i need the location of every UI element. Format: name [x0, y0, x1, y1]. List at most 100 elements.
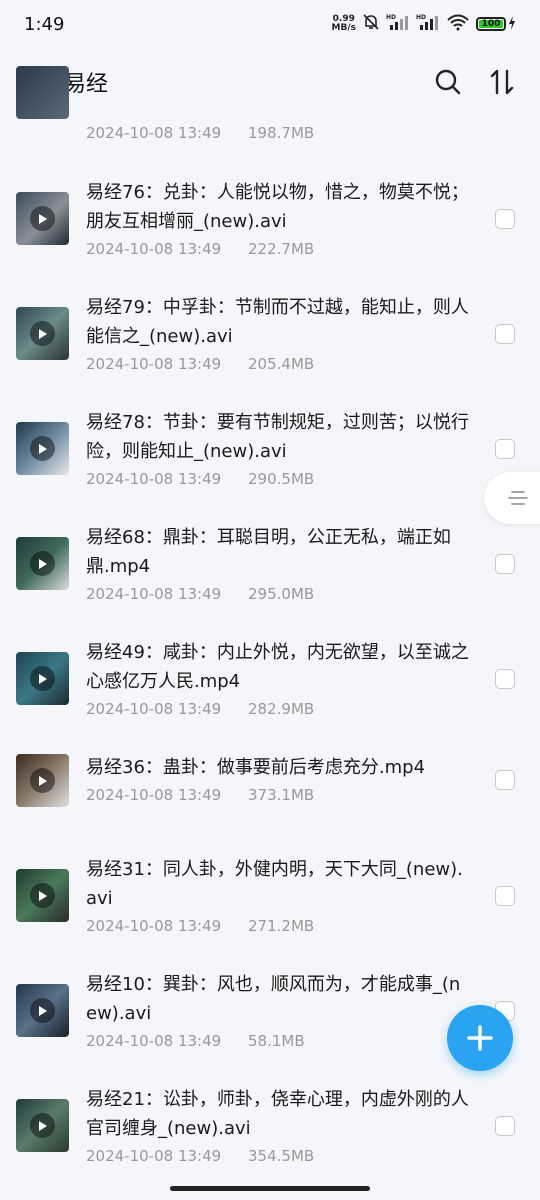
battery-level: 100	[479, 20, 503, 29]
item-size: 282.9MB	[248, 700, 315, 718]
page-title: 易经	[64, 72, 109, 97]
plus-icon	[467, 1025, 493, 1051]
item-text: 易经10：巽卦：风也，顺风而为，才能成事_(new).avi 2024-10-0…	[86, 970, 471, 1050]
sort-button[interactable]	[482, 62, 522, 102]
item-name: 易经31：同人卦，外健内明，天下大同_(new).avi	[86, 859, 463, 909]
video-thumbnail	[16, 984, 69, 1037]
video-thumbnail	[16, 66, 69, 119]
play-icon	[30, 666, 55, 691]
video-thumbnail	[16, 537, 69, 590]
play-icon	[30, 436, 55, 461]
play-icon	[30, 883, 55, 908]
item-date: 2024-10-08 13:49	[86, 1147, 222, 1165]
video-thumbnail	[16, 652, 69, 705]
battery-body: 100	[476, 17, 506, 31]
play-icon	[30, 551, 55, 576]
list-item[interactable]: 易经21：讼卦，师卦，侥幸心理，内虚外刚的人官司缠身_(new).avi 202…	[0, 1083, 540, 1198]
item-meta: 2024-10-08 13:49 354.5MB	[86, 1147, 471, 1165]
play-icon	[30, 206, 55, 231]
item-meta: 2024-10-08 13:49 282.9MB	[86, 700, 471, 718]
select-checkbox[interactable]	[495, 886, 515, 906]
item-meta: 2024-10-08 13:49 205.4MB	[86, 355, 471, 373]
item-size: 373.1MB	[248, 786, 315, 804]
status-time: 1:49	[24, 13, 65, 35]
list-item[interactable]: 易经36：蛊卦：做事要前后考虑充分.mp4 2024-10-08 13:49 3…	[0, 751, 540, 853]
item-text: 易经21：讼卦，师卦，侥幸心理，内虚外刚的人官司缠身_(new).avi 202…	[86, 1085, 471, 1165]
item-size: 205.4MB	[248, 355, 315, 373]
battery: 100	[476, 15, 516, 34]
list-item[interactable]: 易经49：咸卦：内止外悦，内无欲望，以至诚之心感亿万人民.mp4 2024-10…	[0, 636, 540, 751]
status-bar: 1:49 0.99 MB/s HD HD 100	[0, 0, 540, 48]
item-meta: 2024-10-08 13:49 198.7MB	[86, 124, 471, 142]
item-meta: 2024-10-08 13:49 373.1MB	[86, 786, 471, 804]
video-thumbnail	[16, 422, 69, 475]
item-text: 2024-10-08 13:49 198.7MB	[86, 120, 471, 142]
list-item[interactable]: 2024-10-08 13:49 198.7MB	[0, 66, 540, 176]
charging-bolt-icon	[508, 15, 516, 34]
menu-lines-icon	[508, 491, 528, 505]
item-size: 222.7MB	[248, 240, 315, 258]
item-date: 2024-10-08 13:49	[86, 786, 222, 804]
video-thumbnail	[16, 754, 69, 807]
screen: 1:49 0.99 MB/s HD HD 100 易经 2024-10-08 1…	[0, 0, 540, 1200]
sort-icon	[490, 69, 514, 95]
list-item[interactable]: 易经68：鼎卦：耳聪目明，公正无私，端正如鼎.mp4 2024-10-08 13…	[0, 521, 540, 636]
list-item[interactable]: 易经79：中孚卦：节制而不过越，能知止，则人能信之_(new).avi 2024…	[0, 291, 540, 406]
mute-bell-icon	[362, 13, 380, 35]
video-thumbnail	[16, 869, 69, 922]
select-checkbox[interactable]	[495, 669, 515, 689]
select-checkbox[interactable]	[495, 439, 515, 459]
item-date: 2024-10-08 13:49	[86, 917, 222, 935]
add-button[interactable]	[447, 1005, 513, 1071]
select-checkbox[interactable]	[495, 324, 515, 344]
signal1-label: HD	[386, 14, 396, 21]
select-checkbox[interactable]	[495, 770, 515, 790]
item-text: 易经49：咸卦：内止外悦，内无欲望，以至诚之心感亿万人民.mp4 2024-10…	[86, 638, 471, 718]
item-name: 易经79：中孚卦：节制而不过越，能知止，则人能信之_(new).avi	[86, 297, 469, 347]
item-meta: 2024-10-08 13:49 271.2MB	[86, 917, 471, 935]
signal-icon-2: HD	[416, 13, 440, 35]
item-text: 易经76：兑卦：人能悦以物，惜之，物莫不悦；朋友互相增丽_(new).avi 2…	[86, 178, 471, 258]
list-item[interactable]: 易经76：兑卦：人能悦以物，惜之，物莫不悦；朋友互相增丽_(new).avi 2…	[0, 176, 540, 291]
item-text: 易经79：中孚卦：节制而不过越，能知止，则人能信之_(new).avi 2024…	[86, 293, 471, 373]
item-text: 易经36：蛊卦：做事要前后考虑充分.mp4 2024-10-08 13:49 3…	[86, 753, 471, 804]
item-meta: 2024-10-08 13:49 295.0MB	[86, 585, 471, 603]
item-name: 易经76：兑卦：人能悦以物，惜之，物莫不悦；朋友互相增丽_(new).avi	[86, 182, 469, 232]
item-text: 易经31：同人卦，外健内明，天下大同_(new).avi 2024-10-08 …	[86, 855, 471, 935]
item-name: 易经21：讼卦，师卦，侥幸心理，内虚外刚的人官司缠身_(new).avi	[86, 1089, 469, 1139]
item-date: 2024-10-08 13:49	[86, 470, 222, 488]
side-drawer-handle[interactable]	[484, 472, 540, 524]
item-size: 58.1MB	[248, 1032, 305, 1050]
item-name: 易经36：蛊卦：做事要前后考虑充分.mp4	[86, 757, 426, 778]
item-name: 易经10：巽卦：风也，顺风而为，才能成事_(new).avi	[86, 974, 461, 1024]
search-button[interactable]	[428, 62, 468, 102]
select-checkbox[interactable]	[495, 209, 515, 229]
play-icon	[30, 321, 55, 346]
home-indicator[interactable]	[170, 1186, 370, 1191]
wifi-icon	[446, 13, 470, 35]
item-text: 易经78：节卦：要有节制规矩，过则苦；以悦行险，则能知止_(new).avi 2…	[86, 408, 471, 488]
item-date: 2024-10-08 13:49	[86, 585, 222, 603]
signal-icon: HD	[386, 13, 410, 35]
item-size: 295.0MB	[248, 585, 315, 603]
item-date: 2024-10-08 13:49	[86, 1032, 222, 1050]
item-size: 271.2MB	[248, 917, 315, 935]
play-icon	[30, 768, 55, 793]
status-icons: 0.99 MB/s HD HD 100	[332, 13, 516, 35]
list-item[interactable]: 易经78：节卦：要有节制规矩，过则苦；以悦行险，则能知止_(new).avi 2…	[0, 406, 540, 521]
item-date: 2024-10-08 13:49	[86, 124, 222, 142]
item-size: 354.5MB	[248, 1147, 315, 1165]
select-checkbox[interactable]	[495, 1116, 515, 1136]
item-date: 2024-10-08 13:49	[86, 240, 222, 258]
item-meta: 2024-10-08 13:49 222.7MB	[86, 240, 471, 258]
play-icon	[30, 998, 55, 1023]
search-icon	[435, 69, 461, 95]
select-checkbox[interactable]	[495, 554, 515, 574]
list-item[interactable]: 易经31：同人卦，外健内明，天下大同_(new).avi 2024-10-08 …	[0, 853, 540, 968]
signal2-label: HD	[416, 14, 426, 21]
item-text: 易经68：鼎卦：耳聪目明，公正无私，端正如鼎.mp4 2024-10-08 13…	[86, 523, 471, 603]
play-icon	[30, 1113, 55, 1138]
item-meta: 2024-10-08 13:49 290.5MB	[86, 470, 471, 488]
item-size: 198.7MB	[248, 124, 315, 142]
item-name: 易经49：咸卦：内止外悦，内无欲望，以至诚之心感亿万人民.mp4	[86, 642, 469, 692]
